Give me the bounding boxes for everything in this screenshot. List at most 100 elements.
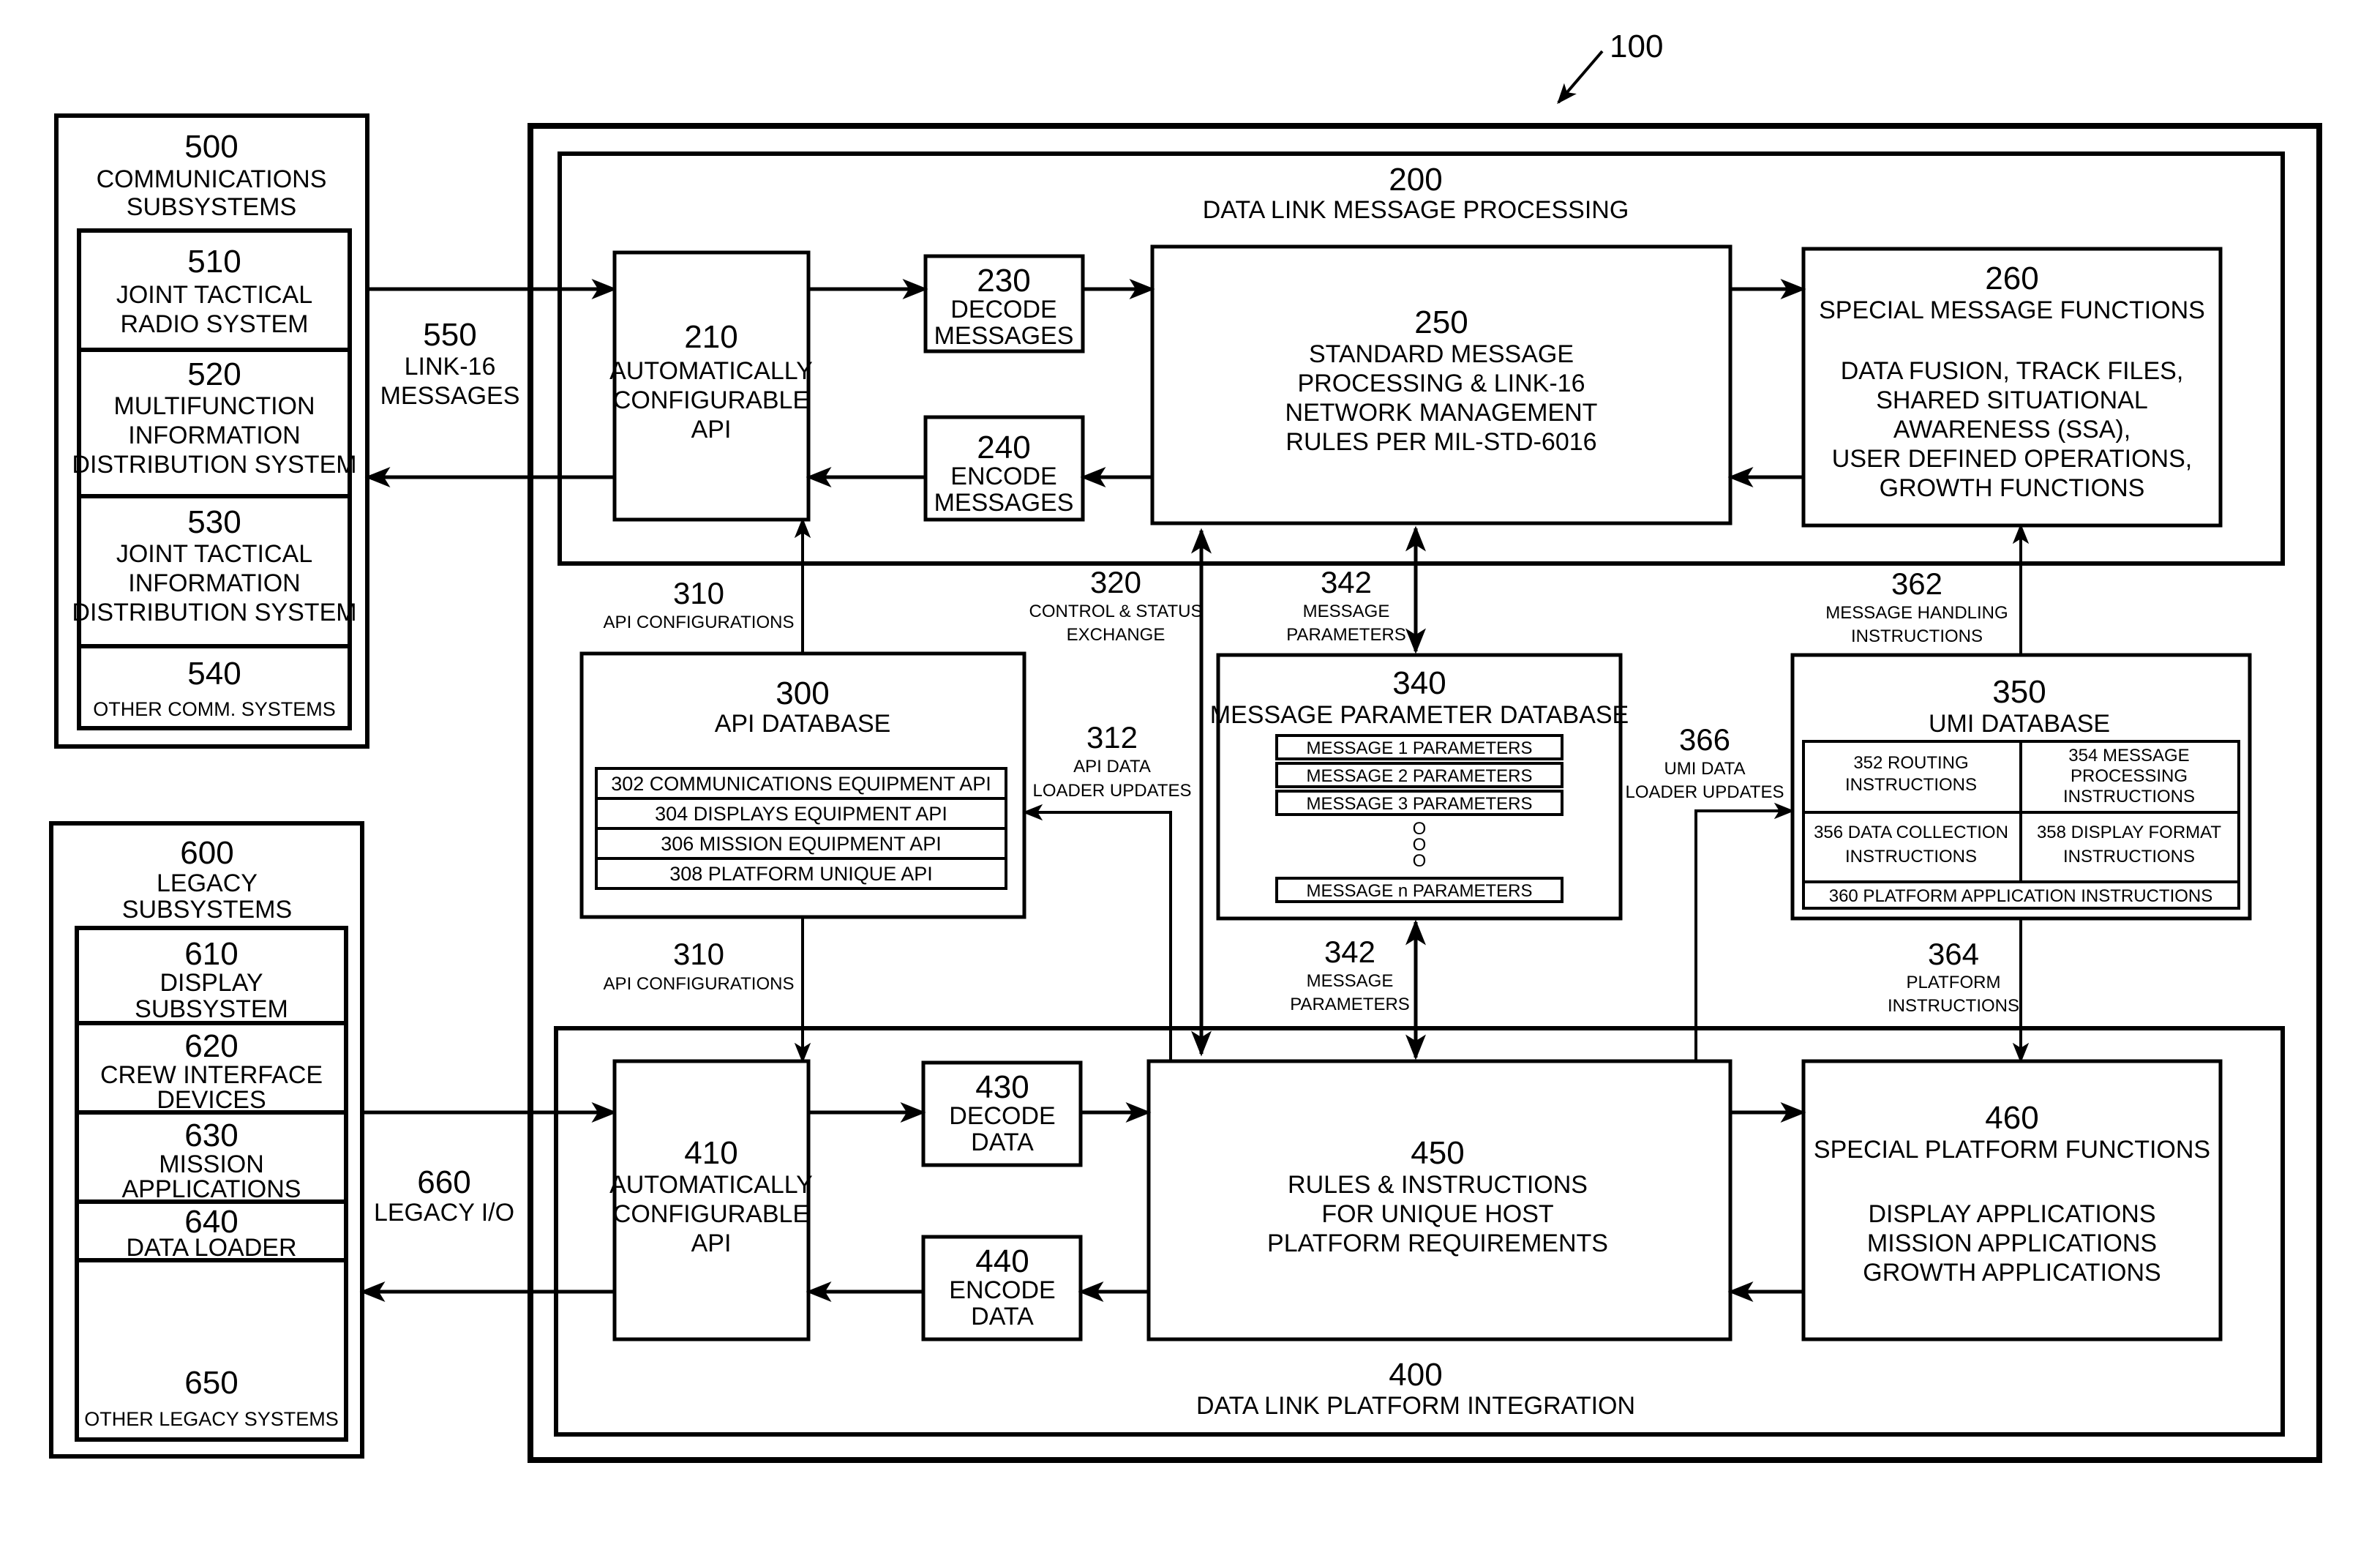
comm-item-label: MULTIFUNCTION [113,392,315,420]
legacy-item-620[interactable]: 620 CREW INTERFACE DEVICES [75,1021,348,1115]
integration-api-410[interactable]: 410 AUTOMATICALLY CONFIGURABLE API [609,1059,813,1341]
special-message-functions-number: 260 [1985,261,2038,296]
api-row-label: 306 MISSION EQUIPMENT API [661,833,942,855]
communications-title-line: SUBSYSTEMS [127,193,296,221]
rules-instructions-450[interactable]: 450 RULES & INSTRUCTIONS FOR UNIQUE HOST… [1146,1059,1733,1341]
umi-loader-line: LOADER UPDATES [1626,782,1784,802]
message-param-row-label: MESSAGE n PARAMETERS [1307,881,1533,901]
message-parameter-database-340[interactable]: 340 MESSAGE PARAMETER DATABASE MESSAGE 1… [1210,653,1629,921]
processing-api-210[interactable]: 210 AUTOMATICALLY CONFIGURABLE API [609,250,813,522]
special-platform-functions-title: SPECIAL PLATFORM FUNCTIONS [1814,1136,2210,1164]
special-message-functions-line: USER DEFINED OPERATIONS, [1832,445,2192,473]
message-processing-title: DATA LINK MESSAGE PROCESSING [1203,196,1629,224]
rules-instructions-label: PLATFORM REQUIREMENTS [1267,1230,1608,1257]
control-status-label: 320 CONTROL & STATUS EXCHANGE [1029,565,1203,645]
umi-database-number: 350 [1992,674,2046,710]
standard-processing-label: STANDARD MESSAGE [1309,340,1574,368]
legacy-item-label: SUBSYSTEM [135,995,288,1023]
encode-data-440[interactable]: 440 ENCODE DATA [921,1235,1083,1341]
processing-api-label: API [691,416,732,443]
comm-item-label: DISTRIBUTION SYSTEM [72,599,356,626]
link16-label-line: MESSAGES [380,382,520,410]
umi-loader-number: 366 [1679,722,1730,757]
comm-item-540[interactable]: 540 OTHER COMM. SYSTEMS [77,644,352,730]
legacy-item-630[interactable]: 630 MISSION APPLICATIONS [75,1110,348,1204]
api-loader-number: 312 [1086,720,1138,755]
msg-params-top-label: 342 MESSAGE PARAMETERS [1286,565,1406,645]
communications-subsystems[interactable]: 500 COMMUNICATIONS SUBSYSTEMS 510 JOINT … [54,113,369,749]
comm-item-label: INFORMATION [128,569,300,597]
special-message-functions-line: GROWTH FUNCTIONS [1880,474,2145,502]
legacy-io-number: 660 [417,1164,470,1200]
legacy-io-label-line: LEGACY I/O [374,1199,514,1227]
rules-instructions-number: 450 [1411,1135,1464,1171]
umi-cell-label: 356 DATA COLLECTION [1814,823,2008,842]
msg-params-top-line: PARAMETERS [1286,625,1406,645]
decode-data-number: 430 [975,1069,1029,1105]
legacy-io-label: 660 LEGACY I/O [374,1164,514,1227]
comm-item-label: RADIO SYSTEM [121,310,309,338]
special-message-functions-line: AWARENESS (SSA), [1893,416,2131,443]
legacy-item-label: OTHER LEGACY SYSTEMS [84,1408,339,1430]
umi-footer-label: 360 PLATFORM APPLICATION INSTRUCTIONS [1829,886,2213,906]
special-platform-functions-line: MISSION APPLICATIONS [1867,1230,2157,1257]
comm-item-530[interactable]: 530 JOINT TACTICAL INFORMATION DISTRIBUT… [72,494,357,648]
comm-item-510[interactable]: 510 JOINT TACTICAL RADIO SYSTEM [77,228,352,352]
msg-handling-line: MESSAGE HANDLING [1825,603,2008,623]
special-message-functions-260[interactable]: 260 SPECIAL MESSAGE FUNCTIONS DATA FUSIO… [1801,247,2223,528]
decode-messages-230[interactable]: 230 DECODE MESSAGES [923,254,1085,353]
platform-integration-title: DATA LINK PLATFORM INTEGRATION [1196,1392,1635,1420]
legacy-item-number: 610 [184,936,238,972]
comm-item-label: JOINT TACTICAL [116,540,312,568]
legacy-item-label: DATA LOADER [126,1234,296,1262]
legacy-subsystems[interactable]: 600 LEGACY SUBSYSTEMS 610 DISPLAY SUBSYS… [49,821,364,1459]
umi-cell-label: 352 ROUTING [1853,753,1968,773]
umi-cell-label: INSTRUCTIONS [2063,787,2195,806]
processing-api-label: CONFIGURABLE [613,386,809,414]
decode-data-label: DECODE [949,1102,1055,1130]
umi-cell-label: 354 MESSAGE [2068,746,2189,766]
msg-params-top-line: MESSAGE [1303,602,1390,621]
message-param-row-label: MESSAGE 1 PARAMETERS [1307,738,1533,758]
legacy-item-label: APPLICATIONS [122,1175,301,1203]
special-platform-functions-number: 460 [1985,1100,2038,1136]
figure-reference-arrow [1557,50,1604,105]
legacy-title-line: SUBSYSTEMS [122,896,292,924]
figure-reference-number: 100 [1610,29,1663,64]
processing-api-number: 210 [684,319,737,355]
api-row-label: 308 PLATFORM UNIQUE API [669,863,933,885]
legacy-item-610[interactable]: 610 DISPLAY SUBSYSTEM [75,926,348,1025]
api-database-title: API DATABASE [715,710,891,738]
legacy-item-640[interactable]: 640 DATA LOADER [75,1199,348,1262]
api-config-top-number: 310 [673,576,724,610]
legacy-item-label: DISPLAY [159,969,263,997]
encode-messages-number: 240 [977,430,1030,465]
api-row-label: 302 COMMUNICATIONS EQUIPMENT API [611,773,991,795]
encode-messages-240[interactable]: 240 ENCODE MESSAGES [923,415,1085,522]
control-status-line: EXCHANGE [1067,625,1165,645]
comm-item-label: DISTRIBUTION SYSTEM [72,451,356,479]
umi-loader-arrow [1694,802,1795,1061]
platform-integration-number: 400 [1389,1357,1442,1393]
api-loader-label: 312 API DATA LOADER UPDATES [1033,720,1192,801]
figure-reference: 100 [1557,29,1663,105]
encode-messages-label: MESSAGES [934,489,1074,517]
comm-item-number: 540 [187,656,241,692]
link16-messages-label: 550 LINK-16 MESSAGES [380,317,520,410]
processing-api-label: AUTOMATICALLY [609,357,813,385]
decode-messages-label: MESSAGES [934,322,1074,350]
message-param-row-label: MESSAGE 3 PARAMETERS [1307,794,1533,814]
decode-messages-label: DECODE [950,296,1056,323]
comm-item-number: 530 [187,504,241,540]
standard-processing-number: 250 [1414,304,1468,340]
msg-params-bottom-line: PARAMETERS [1290,995,1410,1014]
special-platform-functions-460[interactable]: 460 SPECIAL PLATFORM FUNCTIONS DISPLAY A… [1801,1059,2223,1341]
umi-database-350[interactable]: 350 UMI DATABASE 352 ROUTING INSTRUCTION… [1790,653,2252,921]
standard-processing-250[interactable]: 250 STANDARD MESSAGE PROCESSING & LINK-1… [1150,244,1733,525]
standard-processing-label: PROCESSING & LINK-16 [1297,370,1585,397]
legacy-item-650[interactable]: 650 OTHER LEGACY SYSTEMS [75,1258,348,1442]
umi-cell-label: 358 DISPLAY FORMAT [2037,823,2221,842]
decode-data-430[interactable]: 430 DECODE DATA [921,1060,1083,1167]
api-database-300[interactable]: 300 API DATABASE 302 COMMUNICATIONS EQUI… [579,651,1026,919]
comm-item-520[interactable]: 520 MULTIFUNCTION INFORMATION DISTRIBUTI… [72,348,357,498]
